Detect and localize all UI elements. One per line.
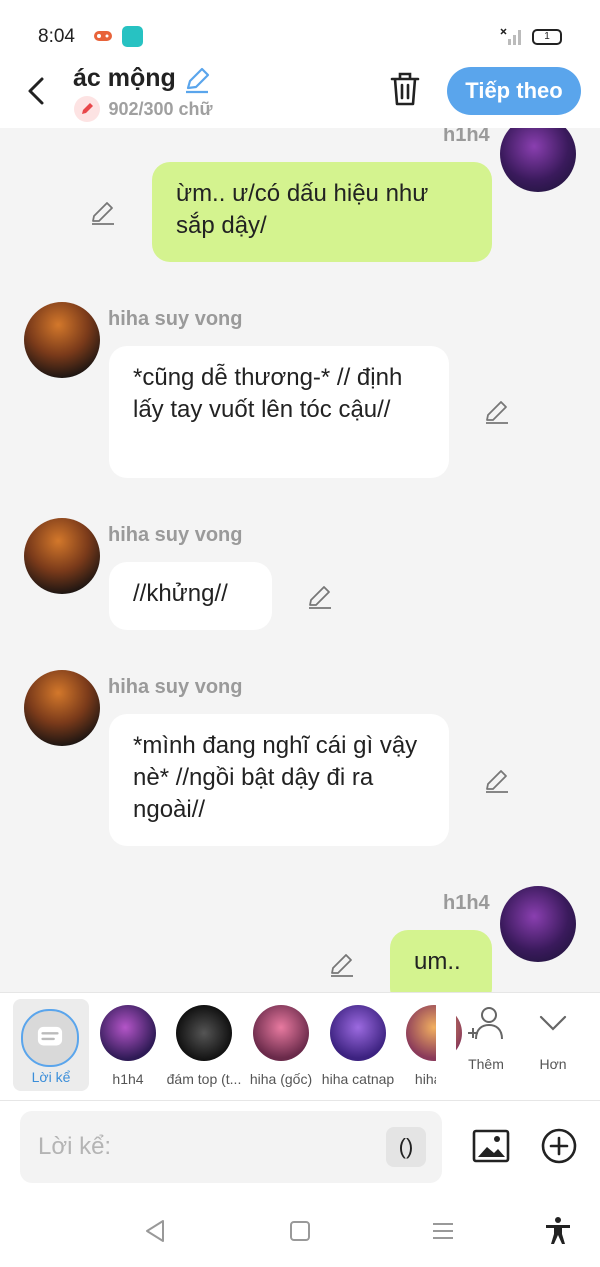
accessibility-icon[interactable] — [543, 1216, 573, 1246]
message-bubble[interactable]: *cũng dễ thương-* // định lấy tay vuốt l… — [109, 346, 449, 478]
more-characters-button[interactable]: Hơn — [523, 1003, 583, 1072]
message-bubble[interactable]: um.. — [390, 930, 492, 992]
character-name: h1h4 — [112, 1071, 144, 1087]
add-person-icon — [468, 1007, 503, 1040]
character-name: hiha catnap — [321, 1071, 395, 1087]
edit-message-icon[interactable] — [329, 952, 355, 978]
nav-menu-icon[interactable] — [430, 1218, 456, 1244]
image-icon[interactable] — [472, 1127, 510, 1165]
avatar-h1h4[interactable] — [500, 128, 576, 192]
message-input-box: () — [20, 1111, 442, 1183]
char-counter: 902/300 chữ — [74, 96, 213, 122]
trash-icon[interactable] — [388, 70, 422, 108]
app-notification-icon — [122, 26, 143, 47]
signal-icon — [500, 28, 521, 45]
back-arrow-icon[interactable] — [22, 74, 52, 108]
char-count-text: 902/300 chữ — [108, 98, 213, 119]
sender-name: h1h4 — [443, 128, 490, 146]
action-toggle-button[interactable]: () — [386, 1127, 426, 1167]
pencil-badge-icon — [74, 96, 100, 122]
game-controller-icon — [94, 31, 112, 41]
system-nav-bar — [0, 1194, 600, 1267]
nav-home-icon[interactable] — [287, 1218, 313, 1244]
status-bar: 8:04 1 — [0, 0, 600, 64]
chevron-down-icon — [539, 1015, 567, 1031]
character-avatar — [253, 1005, 309, 1061]
add-character-button[interactable]: Thêm — [456, 1003, 516, 1072]
message-bubble[interactable]: ừm.. ư/có dấu hiệu như sắp dậy/ — [152, 162, 492, 262]
status-time: 8:04 — [38, 26, 75, 47]
more-label: Hơn — [539, 1056, 567, 1072]
message-bubble[interactable]: //khửng// — [109, 562, 272, 630]
message-input[interactable] — [38, 1127, 378, 1167]
character-hiha-goc[interactable]: hiha (gốc) — [243, 993, 319, 1093]
avatar-h1h4[interactable] — [500, 886, 576, 962]
character-hiha-catnap[interactable]: hiha catnap — [320, 993, 396, 1093]
edit-message-icon[interactable] — [90, 200, 116, 226]
character-dam-top[interactable]: đám top (t... — [166, 993, 242, 1093]
narrator-avatar — [21, 1009, 79, 1067]
header: ác mộng 902/300 chữ Tiếp theo — [0, 64, 600, 128]
character-h1h4[interactable]: h1h4 — [90, 993, 166, 1093]
edit-message-icon[interactable] — [484, 399, 510, 425]
character-avatar — [176, 1005, 232, 1061]
next-button[interactable]: Tiếp theo — [447, 67, 581, 115]
edit-message-icon[interactable] — [307, 584, 333, 610]
avatar-hiha-suy-vong[interactable] — [24, 670, 100, 746]
character-name: hiha a — [414, 1071, 454, 1087]
character-name: hiha (gốc) — [249, 1071, 313, 1087]
sender-name: hiha suy vong — [108, 524, 243, 546]
character-selector: Lời kể h1h4 đám top (t... hiha (gốc) hih… — [0, 992, 600, 1100]
input-bar: () — [0, 1100, 600, 1194]
character-narrator[interactable]: Lời kể — [13, 999, 89, 1091]
sender-name: hiha suy vong — [108, 308, 243, 330]
character-name: Lời kể — [31, 1069, 71, 1085]
add-label: Thêm — [468, 1056, 504, 1072]
sender-name: h1h4 — [443, 892, 490, 914]
edit-message-icon[interactable] — [484, 768, 510, 794]
sender-name: hiha suy vong — [108, 676, 243, 698]
avatar-hiha-suy-vong[interactable] — [24, 518, 100, 594]
character-name: đám top (t... — [166, 1071, 242, 1087]
nav-back-icon[interactable] — [143, 1218, 169, 1244]
message-bubble[interactable]: *mình đang nghĩ cái gì vậy nè* //ngồi bậ… — [109, 714, 449, 846]
chat-area[interactable]: h1h4 ừm.. ư/có dấu hiệu như sắp dậy/ hih… — [0, 128, 600, 992]
battery-icon: 1 — [532, 29, 562, 45]
character-avatar — [330, 1005, 386, 1061]
character-avatar — [100, 1005, 156, 1061]
avatar-hiha-suy-vong[interactable] — [24, 302, 100, 378]
story-title: ác mộng — [73, 64, 176, 92]
edit-title-icon[interactable] — [183, 66, 211, 94]
plus-circle-icon[interactable] — [540, 1127, 578, 1165]
